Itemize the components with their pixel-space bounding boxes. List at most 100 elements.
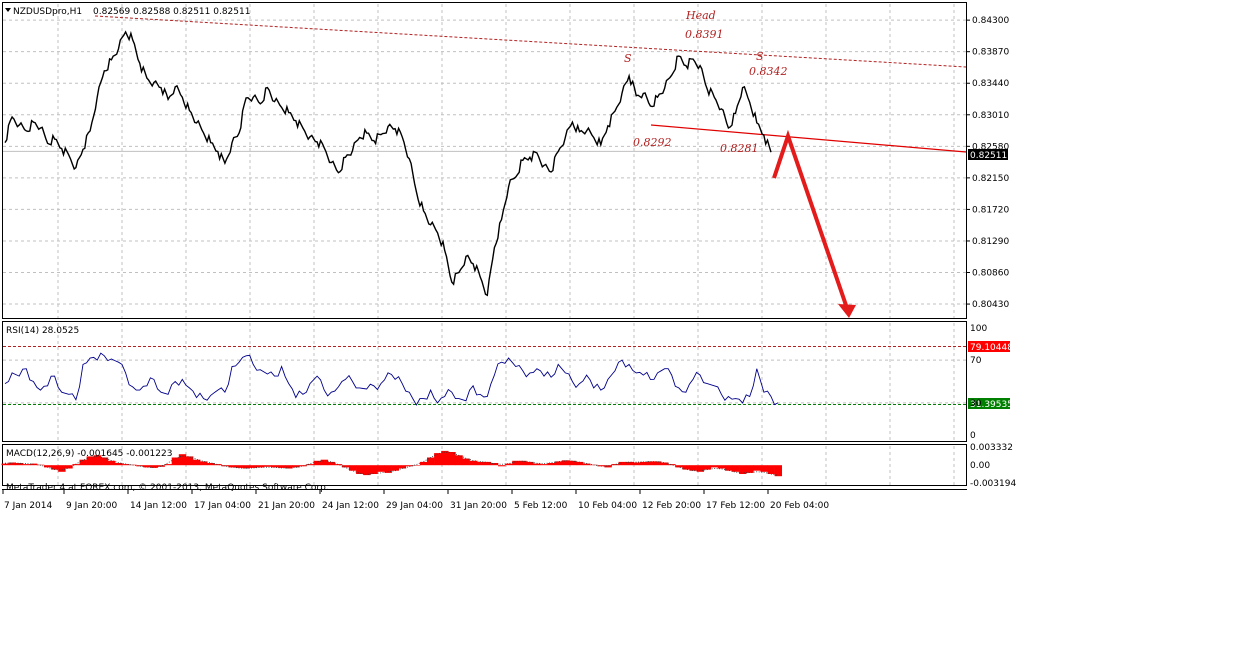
macd-bar (334, 464, 343, 466)
rsi-label: RSI(14) 28.0525 (6, 326, 79, 336)
macd-bar (512, 460, 520, 466)
macd-bar (675, 465, 683, 468)
price-tick-label: 0.83010 (972, 111, 1009, 121)
price-tick-label: 0.82580 (972, 142, 1009, 152)
macd-bar (618, 461, 626, 466)
price-tick-label: 0.84300 (972, 16, 1009, 26)
time-tick-label: 31 Jan 20:00 (450, 501, 507, 511)
macd-bar (185, 456, 194, 466)
macd-bar (419, 461, 428, 466)
macd-bar (654, 461, 662, 466)
watermark-text: MetaTrader 4 at FOREX.com, © 2001-2013, … (6, 483, 329, 493)
macd-bar (604, 465, 612, 468)
macd-bar (547, 463, 555, 466)
macd-bar (746, 465, 754, 473)
macd-bar (207, 463, 215, 466)
macd-bar (533, 463, 541, 466)
macd-bar (455, 455, 463, 466)
macd-bar (462, 458, 470, 466)
time-tick-label: 17 Feb 12:00 (706, 501, 765, 511)
time-tick-label: 20 Feb 04:00 (770, 501, 829, 511)
macd-tick-label: 0.003332 (970, 443, 1013, 453)
macd-bar (8, 462, 16, 466)
macd-bar (519, 460, 527, 466)
time-tick-label: 17 Jan 04:00 (194, 501, 251, 511)
macd-bar (448, 452, 456, 466)
macd-bar (271, 465, 279, 468)
macd-bar (15, 463, 24, 466)
price-tick-label: 0.80430 (972, 300, 1009, 310)
macd-bar (739, 465, 747, 474)
macd-bar (107, 460, 116, 466)
macd-tick-label: -0.003194 (970, 479, 1016, 489)
macd-bar (22, 464, 31, 466)
macd-label: MACD(12,26,9) -0.001645 -0.001223 (6, 449, 172, 459)
time-tick-label: 5 Feb 12:00 (514, 501, 568, 511)
macd-bar (299, 465, 307, 467)
macd-bar (79, 459, 87, 466)
macd-bar (370, 465, 378, 474)
macd-tick-label: 0.00 (970, 461, 990, 471)
neckline-left-value: 0.8292 (633, 136, 672, 149)
macd-bar (263, 465, 272, 467)
macd-bar (668, 464, 676, 466)
macd-bar (306, 464, 314, 466)
neckline-right-value: 0.8281 (720, 142, 759, 155)
macd-bar (327, 461, 336, 466)
time-tick-label: 29 Jan 04:00 (386, 501, 443, 511)
macd-bar (341, 465, 350, 468)
right-shoulder-value: 0.8342 (749, 65, 788, 78)
head-value: 0.8391 (685, 28, 724, 41)
ohlc-values: 0.82569 0.82588 0.82511 0.82511 (93, 7, 250, 17)
macd-bar (710, 465, 719, 468)
price-tick-label: 0.82150 (972, 174, 1009, 184)
time-tick-label: 7 Jan 2014 (4, 501, 52, 511)
macd-bar (221, 465, 229, 467)
macd-bar (363, 465, 371, 476)
right-shoulder-label: S (756, 50, 764, 63)
time-tick-label: 9 Jan 20:00 (66, 501, 118, 511)
macd-bar (58, 465, 66, 472)
macd-bar (505, 463, 513, 466)
macd-bar (136, 465, 144, 467)
macd-bar (611, 464, 619, 466)
macd-bar (661, 462, 669, 466)
price-tick-label: 0.81720 (972, 205, 1009, 215)
symbol-label: NZDUSDpro,H1 (13, 7, 82, 17)
macd-bar (157, 465, 165, 467)
macd-bar (214, 464, 222, 466)
macd-bar (568, 460, 577, 466)
macd-bar (115, 463, 123, 466)
time-tick-label: 12 Feb 20:00 (642, 501, 701, 511)
macd-bar (774, 465, 782, 477)
macd-bar (412, 465, 421, 466)
current-price-value: 0.82511 (970, 151, 1007, 161)
macd-bar (689, 465, 697, 471)
head-label: Head (685, 9, 716, 22)
macd-bar (717, 465, 726, 469)
macd-bar (164, 464, 172, 466)
time-tick-label: 14 Jan 12:00 (130, 501, 187, 511)
macd-bar (639, 461, 648, 466)
macd-bar (320, 459, 329, 466)
rsi-tick-label: 0 (970, 431, 976, 441)
macd-bar (767, 465, 775, 474)
macd-bar (554, 461, 563, 466)
macd-bar (193, 459, 201, 466)
rsi-upper-level-value: 79.10448 (970, 343, 1013, 353)
macd-bar (498, 465, 506, 467)
chart-canvas: NZDUSDpro,H1 0.82569 0.82588 0.82511 0.8… (0, 0, 1247, 642)
rsi-tick-label: 100 (970, 324, 987, 334)
macd-bar (625, 461, 633, 466)
macd-bar (540, 464, 548, 466)
macd-bar (476, 461, 485, 466)
macd-bar (29, 463, 38, 466)
macd-bar (732, 465, 740, 472)
macd-bar (724, 465, 733, 471)
macd-bar (143, 465, 151, 468)
macd-bar (377, 465, 385, 472)
macd-bar (434, 453, 442, 466)
rsi-tick-label: 30 (970, 399, 982, 409)
macd-bar (200, 461, 208, 466)
macd-bar (753, 465, 761, 471)
